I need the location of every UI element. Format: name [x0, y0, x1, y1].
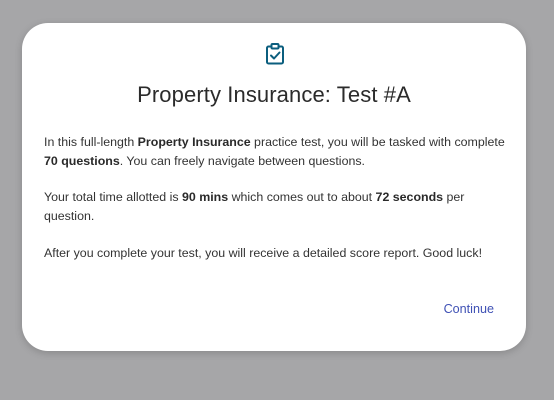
text: Your total time allotted is — [44, 190, 182, 204]
closing-paragraph: After you complete your test, you will r… — [44, 246, 483, 260]
text: . You can freely navigate between questi… — [119, 154, 365, 168]
intro-paragraph: In this full-length Property Insurance p… — [44, 133, 508, 171]
time-allotted-bold: 90 mins — [181, 190, 229, 204]
question-count-bold: 70 questions — [44, 154, 120, 168]
clipboard-check-icon — [265, 43, 285, 65]
text: In this full-length — [44, 135, 138, 149]
test-intro-dialog: Property Insurance: Test #A In this full… — [22, 23, 526, 351]
dialog-title: Property Insurance: Test #A — [137, 82, 411, 107]
seconds-per-question-bold: 72 seconds — [375, 190, 444, 204]
test-name-bold: Property Insurance — [137, 135, 251, 149]
time-paragraph: Your total time allotted is 90 mins whic… — [44, 188, 508, 226]
text: which comes out to about — [228, 190, 376, 204]
text: practice test, you will be tasked with c… — [250, 135, 505, 149]
continue-button[interactable]: Continue — [444, 302, 494, 316]
